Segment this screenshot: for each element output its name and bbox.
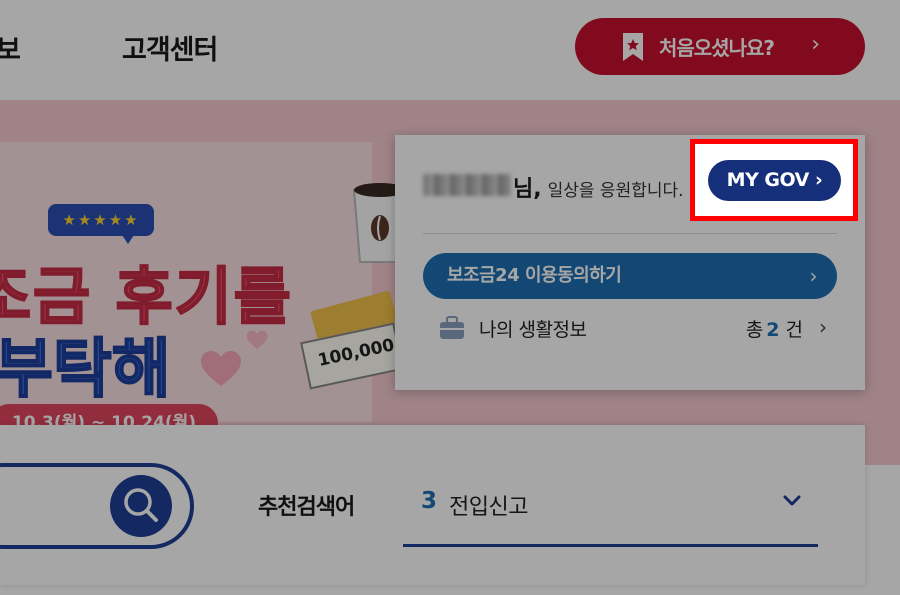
life-info-count: 총2건 (746, 315, 803, 342)
greeting: 님, 일상을 응원합니다. (423, 171, 684, 203)
recommend-keyword: 전입신고 (449, 495, 528, 520)
blurred-user-name (423, 174, 511, 196)
count-value: 2 (766, 319, 780, 341)
highlight-box (690, 139, 858, 221)
first-visit-label: 처음오셨나요? (659, 36, 775, 60)
count-prefix: 총 (745, 319, 764, 341)
card-divider (423, 233, 837, 234)
nav-item-partial[interactable]: 보 (0, 28, 21, 67)
greeting-text: 일상을 응원합니다. (547, 181, 684, 201)
life-info-row[interactable]: 나의 생활정보 총2건 › (439, 313, 837, 343)
bookmark-star-icon (623, 33, 643, 61)
promo-headline-2: 부탁해 (0, 332, 172, 408)
greeting-honorific: 님, (513, 177, 542, 202)
life-info-label: 나의 생활정보 (479, 318, 587, 341)
search-section: 추천검색어 3 전입신고 (0, 425, 865, 585)
search-button[interactable] (110, 475, 172, 537)
chevron-right-icon: › (819, 315, 827, 339)
chevron-down-icon (783, 495, 801, 506)
subsidy-consent-button[interactable]: 보조금24 이용동의하기 › (423, 253, 837, 299)
heart-small-icon (246, 330, 268, 349)
heart-icon (201, 351, 241, 386)
site-header: 보 고객센터 처음오셨나요? › (0, 0, 900, 100)
consent-label: 보조금24 이용동의하기 (447, 265, 622, 286)
rating-stars-bubble: ★★★★★ (48, 204, 154, 244)
chevron-right-icon: › (811, 32, 820, 57)
count-unit: 건 (785, 319, 803, 341)
search-icon (124, 488, 158, 522)
recommend-rank: 3 (421, 488, 438, 514)
nav-item-customer-center[interactable]: 고객센터 (122, 28, 218, 67)
recommend-keyword-dropdown[interactable]: 3 전입신고 (403, 473, 818, 547)
recommend-label: 추천검색어 (258, 495, 355, 520)
chevron-right-icon: › (809, 264, 818, 288)
briefcase-icon (440, 316, 464, 339)
first-visit-button[interactable]: 처음오셨나요? › (575, 18, 865, 75)
